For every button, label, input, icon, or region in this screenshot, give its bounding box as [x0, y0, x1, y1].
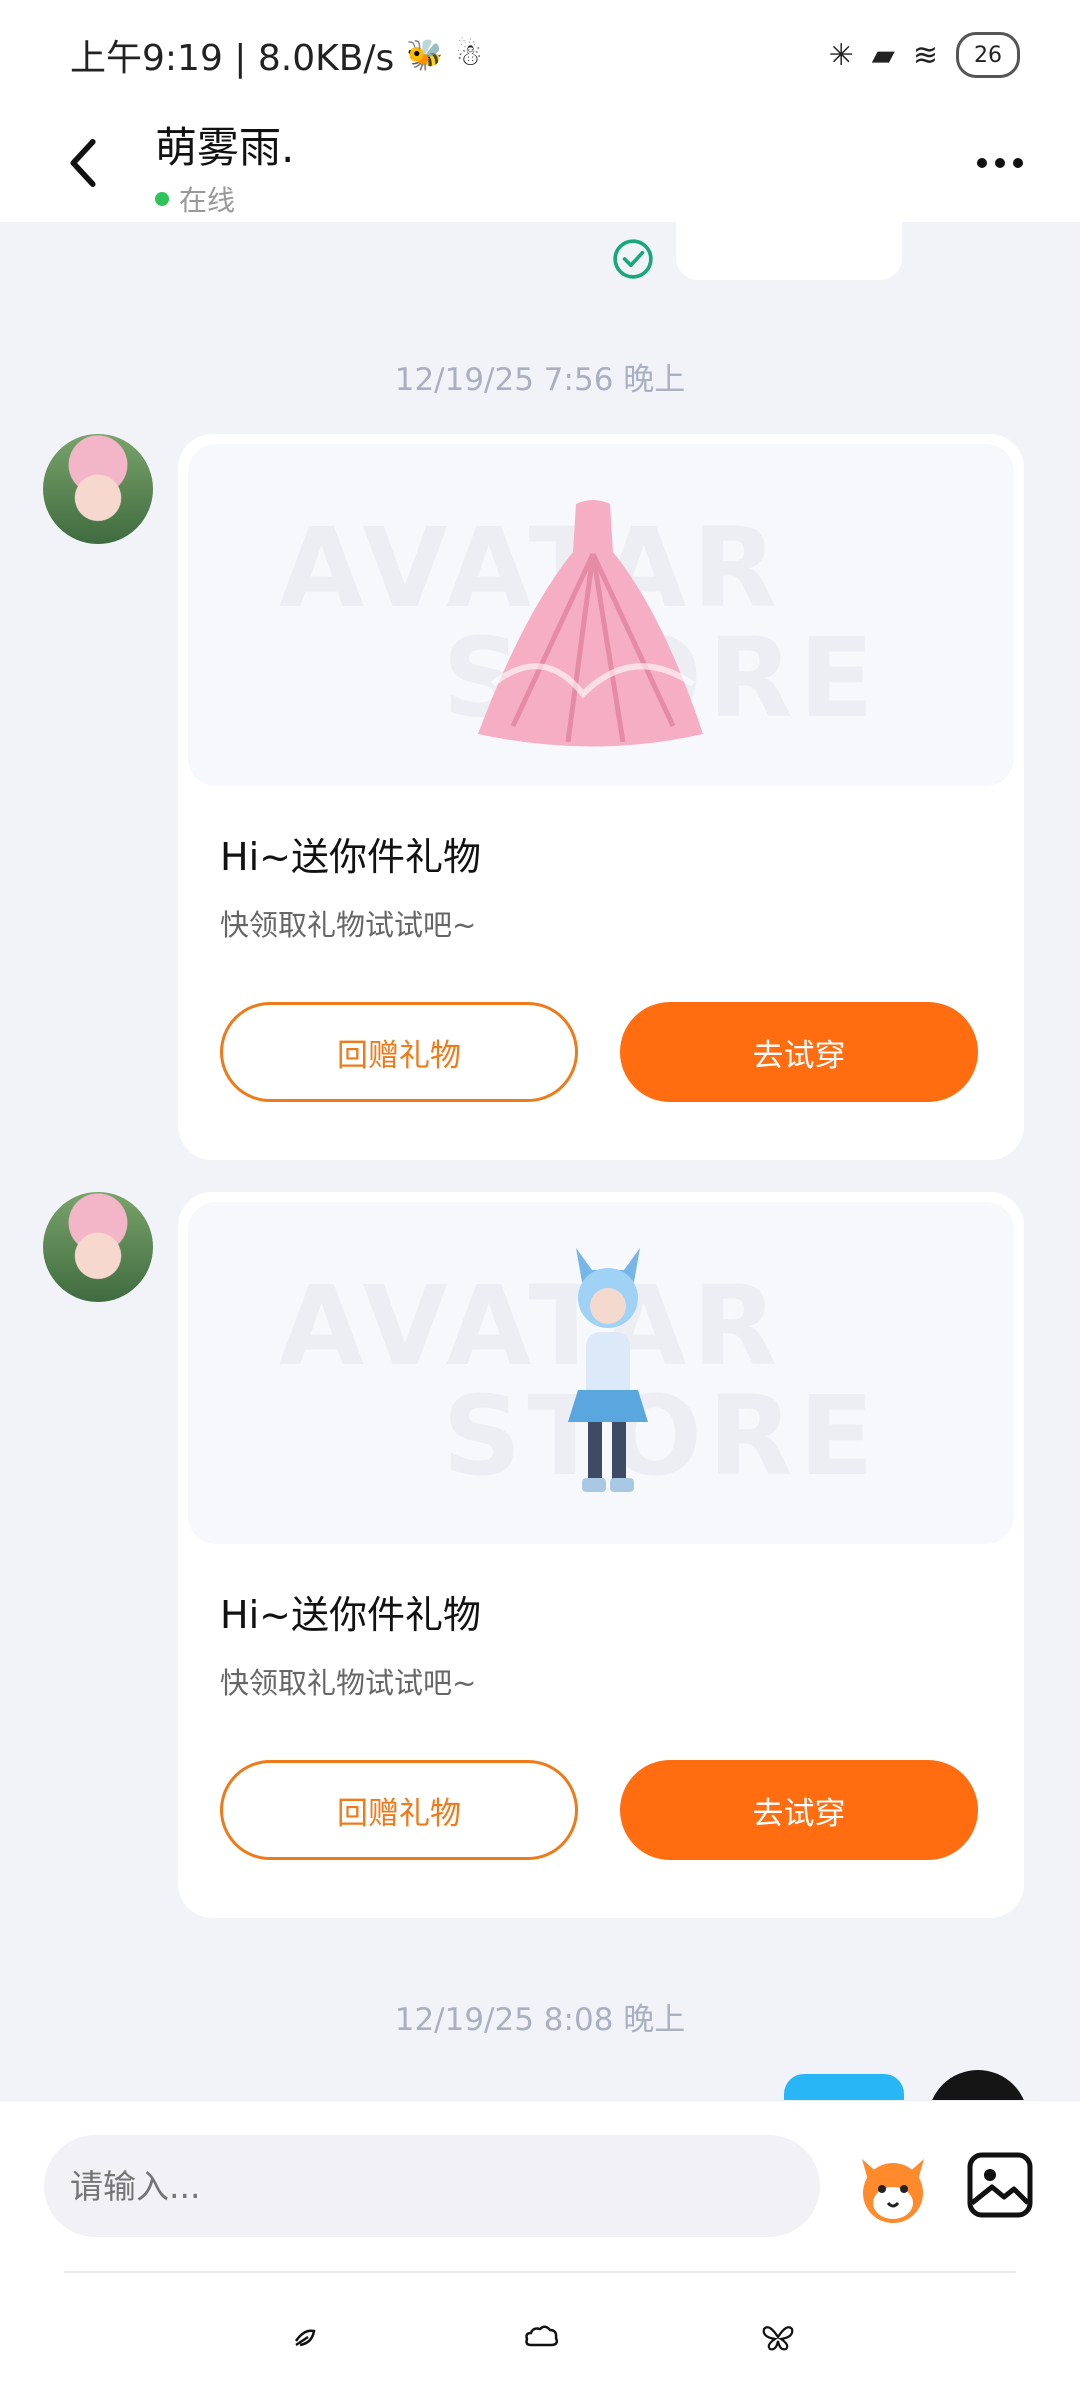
online-status-text: 在线	[179, 184, 236, 217]
butterfly-icon[interactable]	[754, 2313, 802, 2361]
more-options-button[interactable]	[960, 138, 1040, 188]
gift-subtitle: 快领取礼物试试吧~	[220, 908, 477, 942]
gift-title: Hi~送你件礼物	[220, 1593, 481, 1637]
image-icon[interactable]	[964, 2149, 1036, 2221]
return-gift-button[interactable]: 回赠礼物	[220, 1002, 578, 1102]
check-circle-icon	[613, 239, 653, 279]
back-button[interactable]	[48, 128, 118, 198]
bee-icon: 🐝	[406, 37, 444, 73]
timestamp: 12/19/25 8:08 晚上	[394, 2002, 686, 2038]
chat-header: 萌雾雨. 在线	[0, 110, 1080, 222]
leaf-icon[interactable]	[280, 2313, 328, 2361]
gift-card[interactable]: AVATAR STORE Hi~送你件礼物 快领取礼物试试吧~ 回赠礼物 去试穿	[178, 434, 1024, 1160]
status-left: 上午9:19 | 8.0KB/s 🐝 ☃	[70, 29, 483, 81]
more-dot-icon	[1013, 158, 1023, 168]
composer-divider	[64, 2271, 1016, 2273]
contact-avatar[interactable]	[43, 434, 153, 544]
cloud-icon[interactable]	[517, 2313, 565, 2361]
contact-info: 萌雾雨. 在线	[155, 110, 294, 219]
status-time-speed: 上午9:19 | 8.0KB/s	[70, 38, 395, 79]
gift-title: Hi~送你件礼物	[220, 835, 481, 879]
status-right: ✳ ▰ ≋ 26	[829, 32, 1020, 78]
previous-message-bubble[interactable]	[676, 222, 902, 280]
fox-emoji-icon[interactable]	[848, 2141, 938, 2231]
timestamp: 12/19/25 7:56 晚上	[394, 362, 686, 398]
try-on-button[interactable]: 去试穿	[620, 1002, 978, 1102]
online-dot-icon	[155, 192, 169, 206]
message-list[interactable]: 12/19/25 7:56 晚上 AVATAR STORE Hi~送你件礼物 快…	[0, 222, 1080, 2102]
status-bar: 上午9:19 | 8.0KB/s 🐝 ☃ ✳ ▰ ≋ 26	[0, 0, 1080, 110]
contact-avatar[interactable]	[43, 1192, 153, 1302]
return-gift-button[interactable]: 回赠礼物	[220, 1760, 578, 1860]
wifi-icon: ≋	[912, 37, 938, 73]
more-dot-icon	[995, 158, 1005, 168]
message-input[interactable]	[44, 2135, 820, 2237]
gift-card[interactable]: AVATAR STORE Hi~送你件礼物 快领取礼物试试吧~ 回赠礼物 去试穿	[178, 1192, 1024, 1918]
contact-name: 萌雾雨.	[155, 123, 295, 172]
gift-image[interactable]: AVATAR STORE	[188, 444, 1014, 786]
pink-gown-image	[478, 500, 703, 747]
blue-character-image	[568, 1248, 648, 1492]
signal-icon: ▰	[871, 37, 895, 73]
bluetooth-icon: ✳	[828, 37, 854, 73]
chevron-left-icon	[70, 139, 96, 187]
snowman-icon: ☃	[455, 37, 483, 73]
more-dot-icon	[977, 158, 987, 168]
online-status: 在线	[155, 179, 294, 219]
gift-image[interactable]: AVATAR STORE	[188, 1202, 1014, 1544]
battery-icon: 26	[956, 32, 1020, 78]
try-on-button[interactable]: 去试穿	[620, 1760, 978, 1860]
gift-subtitle: 快领取礼物试试吧~	[220, 1666, 477, 1700]
composer	[0, 2100, 1080, 2401]
